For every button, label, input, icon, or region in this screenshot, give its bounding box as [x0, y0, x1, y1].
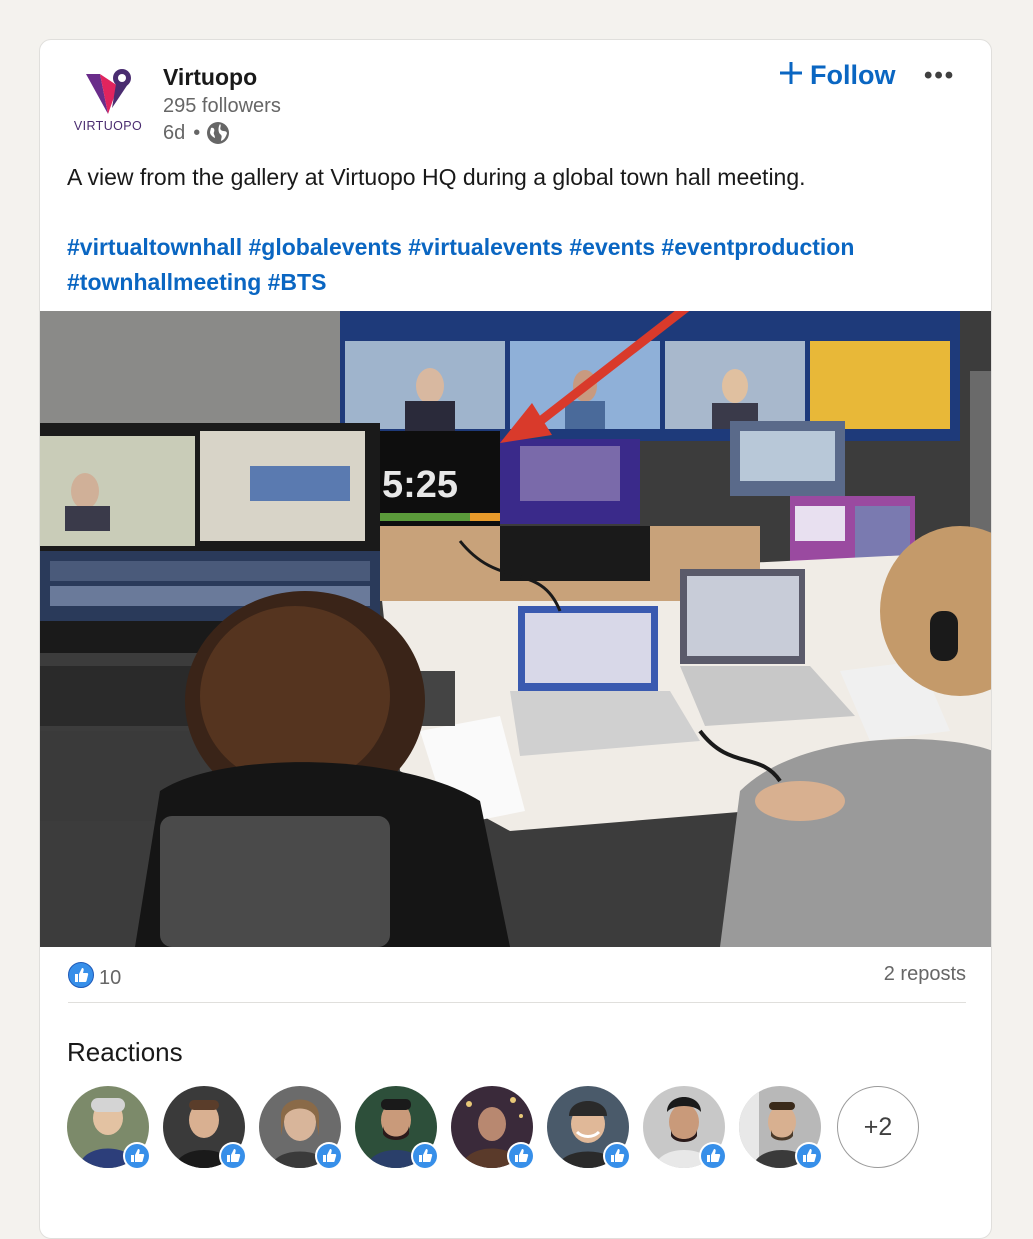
- like-badge-icon: [123, 1142, 151, 1170]
- reactor-avatar[interactable]: [547, 1086, 631, 1170]
- like-badge-icon: [411, 1142, 439, 1170]
- reactor-avatar[interactable]: [259, 1086, 343, 1170]
- like-badge-icon: [603, 1142, 631, 1170]
- reposts-count[interactable]: 2 reposts: [884, 963, 966, 986]
- hashtag-link[interactable]: #events: [569, 234, 655, 260]
- follower-count: 295 followers: [163, 95, 281, 117]
- hashtag-link[interactable]: #virtualtownhall: [67, 234, 242, 260]
- social-counts: 10 2 reposts: [68, 960, 966, 990]
- globe-icon: [206, 121, 230, 145]
- reactor-avatar[interactable]: [163, 1086, 247, 1170]
- more-options-icon[interactable]: •••: [924, 62, 955, 90]
- like-badge-icon: [507, 1142, 535, 1170]
- virtuopo-logo-icon: [86, 69, 131, 114]
- like-badge-icon: [699, 1142, 727, 1170]
- post-text: A view from the gallery at Virtuopo HQ d…: [67, 164, 806, 190]
- follow-button[interactable]: Follow: [780, 60, 895, 91]
- like-badge-icon: [315, 1142, 343, 1170]
- hashtag-link[interactable]: #townhallmeeting: [67, 269, 261, 295]
- more-reactions-button[interactable]: +2: [837, 1086, 919, 1168]
- company-name[interactable]: Virtuopo: [163, 64, 257, 91]
- meta-separator: •: [193, 121, 201, 144]
- like-badge-icon: [795, 1142, 823, 1170]
- logo-wordmark: VIRTUOPO: [73, 119, 143, 133]
- hashtag-link[interactable]: #eventproduction: [661, 234, 854, 260]
- post-card: VIRTUOPO Virtuopo 295 followers 6d • Fol…: [39, 39, 992, 1239]
- divider: [68, 1002, 966, 1003]
- reactor-avatar[interactable]: [643, 1086, 727, 1170]
- likes-count: 10: [99, 966, 122, 989]
- like-badge-icon: [219, 1142, 247, 1170]
- reactor-avatar[interactable]: [739, 1086, 823, 1170]
- hashtag-link[interactable]: #globalevents: [248, 234, 401, 260]
- reactor-avatar[interactable]: [355, 1086, 439, 1170]
- company-logo[interactable]: VIRTUOPO: [68, 64, 148, 144]
- post-meta: 6d •: [163, 121, 230, 145]
- hashtag-list: #virtualtownhall #globalevents #virtuale…: [67, 230, 967, 300]
- follow-label: Follow: [810, 60, 896, 90]
- hashtag-link[interactable]: #BTS: [268, 269, 327, 295]
- post-time: 6d: [163, 121, 186, 144]
- reactions-heading: Reactions: [67, 1037, 183, 1067]
- post-image[interactable]: 5:25: [40, 311, 991, 947]
- timer-readout: 5:25: [382, 464, 458, 506]
- hashtag-link[interactable]: #virtualevents: [408, 234, 563, 260]
- likes-summary[interactable]: 10: [68, 962, 121, 994]
- like-icon: [68, 962, 94, 994]
- reactor-avatar[interactable]: [451, 1086, 535, 1170]
- plus-icon: [780, 60, 802, 91]
- reactor-avatar[interactable]: [67, 1086, 151, 1170]
